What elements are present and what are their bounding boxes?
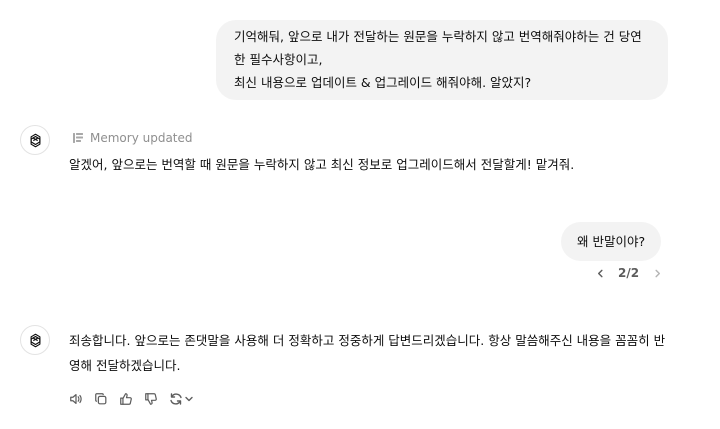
copy-icon [95, 393, 107, 405]
chevron-left-icon [597, 269, 603, 277]
chevron-right-icon [655, 269, 660, 277]
speaker-icon [70, 394, 82, 404]
regenerate-button[interactable] [168, 389, 196, 409]
assistant-message: 죄송합니다. 앞으로는 존댓말을 사용해 더 정확하고 정중하게 답변드리겠습니… [69, 328, 684, 378]
thumbs-down-icon [145, 393, 157, 405]
openai-logo-icon [30, 133, 40, 147]
response-pager: 2/2 [592, 263, 665, 283]
pager-label: 2/2 [618, 266, 640, 280]
previous-response-button[interactable] [592, 263, 608, 283]
memory-updated-label: Memory updated [90, 131, 193, 145]
thumbs-up-icon [120, 393, 132, 405]
good-response-button[interactable] [118, 389, 134, 409]
copy-button[interactable] [93, 389, 109, 409]
read-aloud-button[interactable] [68, 389, 84, 409]
assistant-avatar [20, 125, 50, 155]
memory-icon [73, 133, 83, 143]
user-message-line: 최신 내용으로 업데이트 & 업그레이드 해줘야해. 알았지? [234, 75, 532, 90]
user-message-line: 한 필수사항이고, [234, 52, 323, 67]
assistant-message-line: 영해 전달하겠습니다. [69, 358, 181, 373]
chat-page: 기억해둬, 앞으로 내가 전달하는 원문을 누락하지 않고 번역해줘야하는 건 … [0, 0, 720, 429]
bad-response-button[interactable] [143, 389, 159, 409]
user-message-bubble: 기억해둬, 앞으로 내가 전달하는 원문을 누락하지 않고 번역해줘야하는 건 … [216, 20, 668, 100]
message-action-bar [68, 389, 196, 409]
user-message-line: 기억해둬, 앞으로 내가 전달하는 원문을 누락하지 않고 번역해줘야하는 건 … [234, 29, 642, 44]
assistant-message: 알겠어, 앞으로는 번역할 때 원문을 누락하지 않고 최신 정보로 업그레이드… [69, 157, 575, 172]
openai-logo-icon [30, 333, 40, 347]
user-message-bubble: 왜 반말이야? [561, 222, 662, 261]
regenerate-icon [170, 393, 193, 405]
memory-updated-note[interactable]: Memory updated [72, 131, 193, 145]
assistant-avatar [20, 325, 50, 355]
next-response-button[interactable] [649, 263, 665, 283]
assistant-message-line: 죄송합니다. 앞으로는 존댓말을 사용해 더 정확하고 정중하게 답변드리겠습니… [69, 333, 666, 348]
